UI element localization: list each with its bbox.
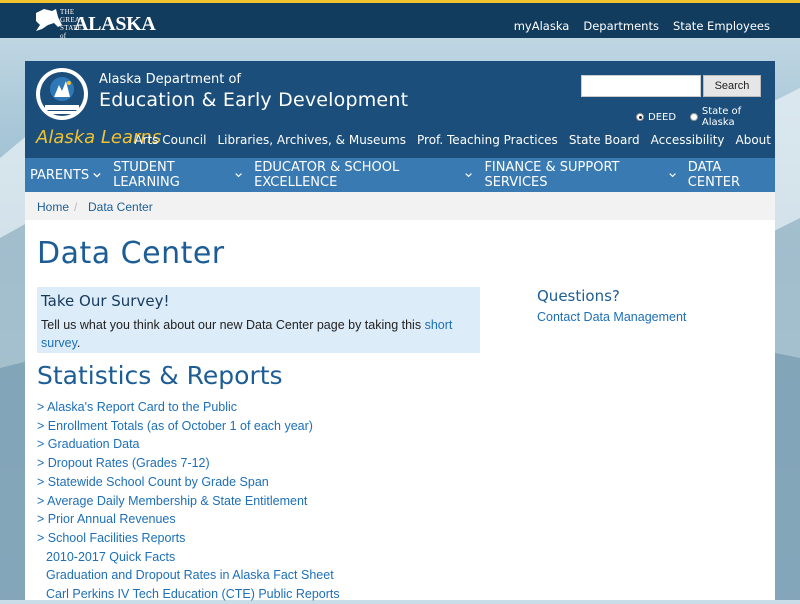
link-arts-council[interactable]: Arts Council <box>134 133 206 147</box>
main-navigation: PARENTS STUDENT LEARNING EDUCATOR & SCHO… <box>25 158 775 192</box>
breadcrumb-current: Data Center <box>88 200 153 214</box>
breadcrumb: Home / Data Center <box>25 192 775 220</box>
breadcrumb-home[interactable]: Home <box>37 200 69 214</box>
link-accessibility[interactable]: Accessibility <box>651 133 725 147</box>
chevron-down-icon <box>668 173 676 178</box>
questions-heading: Questions? <box>537 287 620 305</box>
state-topbar: THE GREAT STATE of ALASKA myAlaska Depar… <box>0 0 800 40</box>
link-dropout-rates[interactable]: > Dropout Rates (Grades 7-12) <box>37 454 340 473</box>
radio-state-label: State of Alaska <box>701 106 742 128</box>
link-myalaska[interactable]: myAlaska <box>514 19 570 33</box>
statistics-reports-heading: Statistics & Reports <box>37 361 283 390</box>
deed-seal-icon[interactable] <box>35 67 89 121</box>
link-departments[interactable]: Departments <box>583 19 659 33</box>
dept-name-small: Alaska Department of <box>99 72 241 87</box>
link-carl-perkins-cte[interactable]: Carl Perkins IV Tech Education (CTE) Pub… <box>37 585 340 604</box>
link-graduation-data[interactable]: > Graduation Data <box>37 435 340 454</box>
chevron-down-icon <box>93 172 101 178</box>
nav-educator-excellence[interactable]: EDUCATOR & SCHOOL EXCELLENCE <box>249 160 477 190</box>
nav-finance-support[interactable]: FINANCE & SUPPORT SERVICES <box>479 160 680 190</box>
link-grad-dropout-fact-sheet[interactable]: Graduation and Dropout Rates in Alaska F… <box>37 566 340 585</box>
top-links: myAlaska Departments State Employees <box>514 19 770 33</box>
search-scope: DEED State of Alaska <box>636 106 775 128</box>
nav-student-learning-label: STUDENT LEARNING <box>113 160 180 190</box>
page-title: Data Center <box>37 236 225 271</box>
radio-state-of-alaska[interactable]: State of Alaska <box>690 106 775 128</box>
link-average-daily-membership[interactable]: > Average Daily Membership & State Entit… <box>37 492 340 511</box>
main-content: Home / Data Center Data Center Take Our … <box>25 192 775 601</box>
radio-dot[interactable] <box>690 113 698 121</box>
link-quick-facts[interactable]: 2010-2017 Quick Facts <box>37 548 340 567</box>
link-school-count[interactable]: > Statewide School Count by Grade Span <box>37 473 340 492</box>
search-button[interactable]: Search <box>703 75 761 97</box>
link-school-facilities[interactable]: > School Facilities Reports <box>37 529 340 548</box>
logo-name: ALASKA <box>74 13 156 35</box>
link-libraries[interactable]: Libraries, Archives, & Museums <box>217 133 406 147</box>
link-state-board[interactable]: State Board <box>569 133 640 147</box>
link-state-employees[interactable]: State Employees <box>673 19 770 33</box>
link-teaching-practices[interactable]: Prof. Teaching Practices <box>417 133 558 147</box>
radio-deed-label: DEED <box>648 111 677 123</box>
nav-data-center-label: DATA CENTER <box>687 160 740 190</box>
survey-heading: Take Our Survey! <box>41 292 170 310</box>
survey-callout: Take Our Survey! Tell us what you think … <box>37 287 480 353</box>
radio-dot-selected[interactable] <box>636 113 644 121</box>
header-sublinks: Arts Council Libraries, Archives, & Muse… <box>134 133 771 147</box>
reports-list: > Alaska's Report Card to the Public > E… <box>37 398 340 604</box>
survey-end: . <box>76 336 81 350</box>
survey-body: Tell us what you think about our new Dat… <box>41 318 425 332</box>
survey-text: Tell us what you think about our new Dat… <box>41 316 476 352</box>
chevron-down-icon <box>465 173 473 178</box>
nav-student-learning[interactable]: STUDENT LEARNING <box>108 160 247 190</box>
department-header: Alaska Department of Education & Early D… <box>25 61 775 158</box>
dept-name-large[interactable]: Education & Early Development <box>99 89 408 111</box>
breadcrumb-separator: / <box>74 200 78 214</box>
chevron-down-icon <box>235 173 242 178</box>
link-enrollment-totals[interactable]: > Enrollment Totals (as of October 1 of … <box>37 417 340 436</box>
radio-deed[interactable]: DEED <box>636 106 676 128</box>
nav-data-center[interactable]: DATA CENTER <box>683 160 773 190</box>
link-report-card[interactable]: > Alaska's Report Card to the Public <box>37 398 340 417</box>
search-input[interactable] <box>581 75 701 97</box>
nav-parents-label: PARENTS <box>30 167 90 183</box>
nav-educator-excellence-label: EDUCATOR & SCHOOL EXCELLENCE <box>254 160 400 190</box>
contact-data-management-link[interactable]: Contact Data Management <box>537 310 686 324</box>
nav-finance-support-label: FINANCE & SUPPORT SERVICES <box>484 160 620 190</box>
link-prior-annual-revenues[interactable]: > Prior Annual Revenues <box>37 510 340 529</box>
state-of-alaska-logo[interactable]: THE GREAT STATE of ALASKA <box>34 7 156 40</box>
nav-parents[interactable]: PARENTS <box>25 168 106 183</box>
link-about[interactable]: About <box>736 133 771 147</box>
